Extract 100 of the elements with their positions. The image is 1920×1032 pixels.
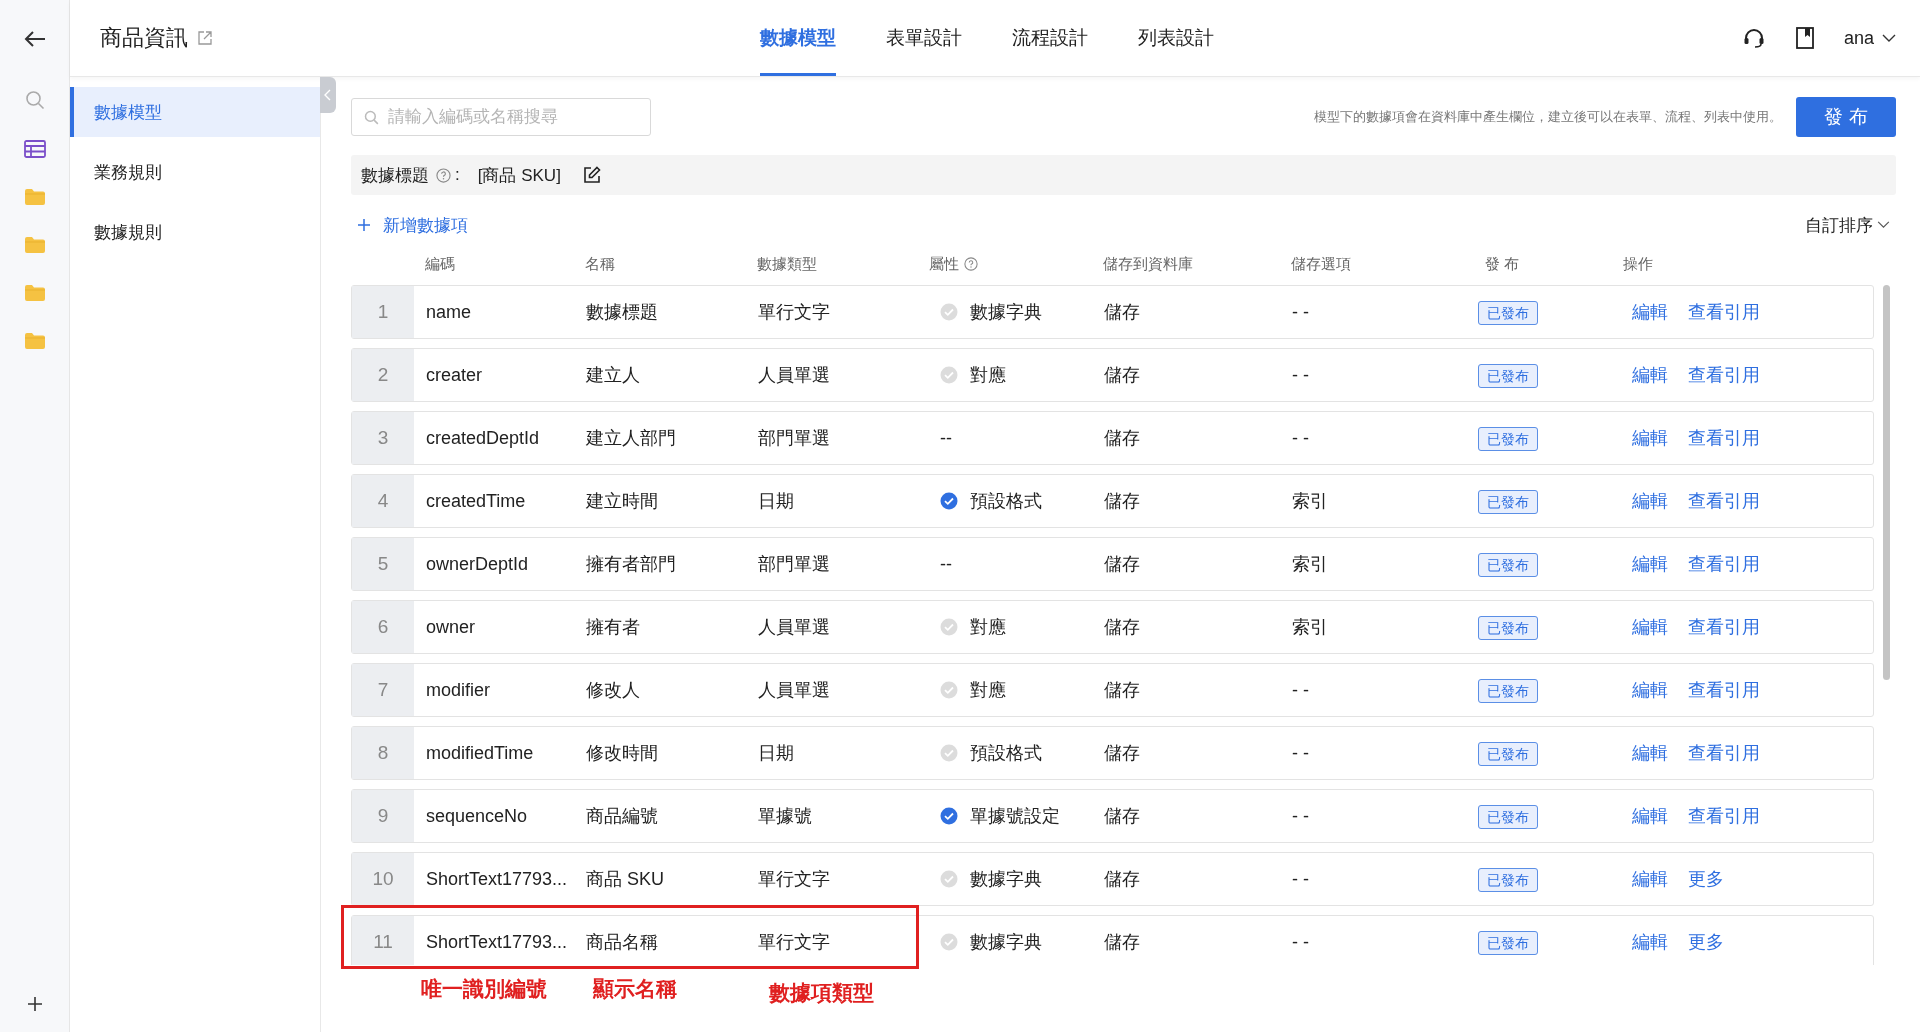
status-badge: 已發布 [1478,867,1538,892]
sort-dropdown[interactable]: 自訂排序 [1805,213,1890,237]
action-link[interactable]: 編輯 [1632,678,1668,702]
table-cell: 數據標題 [586,302,658,322]
action-link[interactable]: 編輯 [1632,552,1668,576]
action-link[interactable]: 查看引用 [1688,489,1760,513]
table-cell: 單據號 [758,806,812,826]
table-cell: - - [1292,742,1309,763]
sidebar-item[interactable]: 數據規則 [70,207,320,257]
status-badge: 已發布 [1478,741,1538,766]
action-link[interactable]: 查看引用 [1688,363,1760,387]
table-cell: 擁有者部門 [586,554,676,574]
table-cell: 單行文字 [758,932,830,952]
table-cell-text: 對應 [970,364,1006,387]
action-link[interactable]: 更多 [1688,930,1724,954]
tab[interactable]: 表單設計 [886,0,962,76]
table-cell: 人員單選 [758,365,830,385]
folder-icon[interactable] [23,188,46,206]
bookmark-icon[interactable] [1795,27,1814,49]
action-link[interactable]: 編輯 [1632,930,1668,954]
table-cell: - - [1292,364,1309,385]
table-cell: 儲存 [1104,680,1140,700]
status-badge: 已發布 [1478,426,1538,451]
external-link-icon[interactable] [198,31,212,45]
search-icon [364,110,379,125]
table-cell-text: 數據字典 [970,931,1042,954]
caret-icon[interactable] [1877,221,1890,229]
action-link[interactable]: 查看引用 [1688,552,1760,576]
table-cell: 修改人 [586,680,640,700]
sidebar-item[interactable]: 業務規則 [70,147,320,197]
tab[interactable]: 列表設計 [1138,0,1214,76]
row-number: 1 [352,286,414,338]
column-header: 數據類型 [757,254,817,274]
table-cell: 儲存 [1104,365,1140,385]
column-header: 名稱 [585,254,615,274]
table-cell-text: 對應 [970,616,1006,639]
table-cell-text: 數據字典 [970,868,1042,891]
table-cell: -- [940,427,952,449]
table-cell: 人員單選 [758,617,830,637]
tab[interactable]: 數據模型 [760,0,836,76]
search-icon[interactable] [24,90,45,110]
action-link[interactable]: 查看引用 [1688,804,1760,828]
table-cell-text: 預設格式 [970,742,1042,765]
table-cell: 人員單選 [758,680,830,700]
annotation-label: 數據項類型 [769,980,874,1006]
action-link[interactable]: 編輯 [1632,300,1668,324]
help-icon[interactable] [964,257,978,271]
row-number: 6 [352,601,414,653]
action-link[interactable]: 查看引用 [1688,426,1760,450]
table-cell: ShortText17793... [426,868,568,889]
folder-icon[interactable] [23,284,46,302]
table-cell: owner [426,616,476,637]
sidebar-item[interactable]: 數據模型 [70,87,320,137]
add-icon[interactable] [26,996,43,1012]
folder-icon[interactable] [23,332,46,350]
publish-button[interactable]: 發 布 [1796,97,1896,137]
action-link[interactable]: 查看引用 [1688,300,1760,324]
headset-icon[interactable] [1741,26,1766,50]
list-icon[interactable] [23,140,46,158]
scrollbar[interactable] [1883,285,1890,680]
folder-icon[interactable] [23,236,46,254]
status-badge: 已發布 [1478,489,1538,514]
table-cell: 修改時間 [586,743,658,763]
colon-text: : [455,165,460,185]
plus-icon[interactable] [357,218,371,232]
user-menu[interactable]: ana [1843,27,1896,49]
status-badge: 已發布 [1478,552,1538,577]
column-header: 屬性 [929,254,959,274]
table-cell: createdDeptId [426,427,540,448]
status-badge: 已發布 [1478,615,1538,640]
back-icon[interactable] [23,30,46,48]
caret-icon[interactable] [1882,33,1896,43]
action-link[interactable]: 編輯 [1632,615,1668,639]
add-item-link[interactable]: 新增數據項 [351,213,468,237]
action-link[interactable]: 編輯 [1632,363,1668,387]
status-badge: 已發布 [1478,804,1538,829]
action-link[interactable]: 編輯 [1632,867,1668,891]
action-link[interactable]: 編輯 [1632,804,1668,828]
edit-icon[interactable] [582,166,601,184]
table-cell: createdTime [426,490,526,511]
action-link[interactable]: 查看引用 [1688,741,1760,765]
action-link[interactable]: 編輯 [1632,741,1668,765]
table-cell: 商品編號 [586,806,658,826]
table-cell: 索引 [1292,491,1328,511]
table-cell: modifier [426,679,491,700]
table-cell: ownerDeptId [426,553,529,574]
search-field[interactable]: 請輸入編碼或名稱搜尋 [351,98,651,136]
column-header: 操作 [1623,254,1653,274]
table-cell: 儲存 [1104,743,1140,763]
row-number: 4 [352,475,414,527]
action-link[interactable]: 查看引用 [1688,615,1760,639]
table-cell: 儲存 [1104,869,1140,889]
table-cell: 儲存 [1104,617,1140,637]
action-link[interactable]: 編輯 [1632,426,1668,450]
action-link[interactable]: 更多 [1688,867,1724,891]
help-icon[interactable] [436,167,451,183]
collapse-handle[interactable] [320,77,336,113]
tab[interactable]: 流程設計 [1012,0,1088,76]
action-link[interactable]: 編輯 [1632,489,1668,513]
action-link[interactable]: 查看引用 [1688,678,1760,702]
